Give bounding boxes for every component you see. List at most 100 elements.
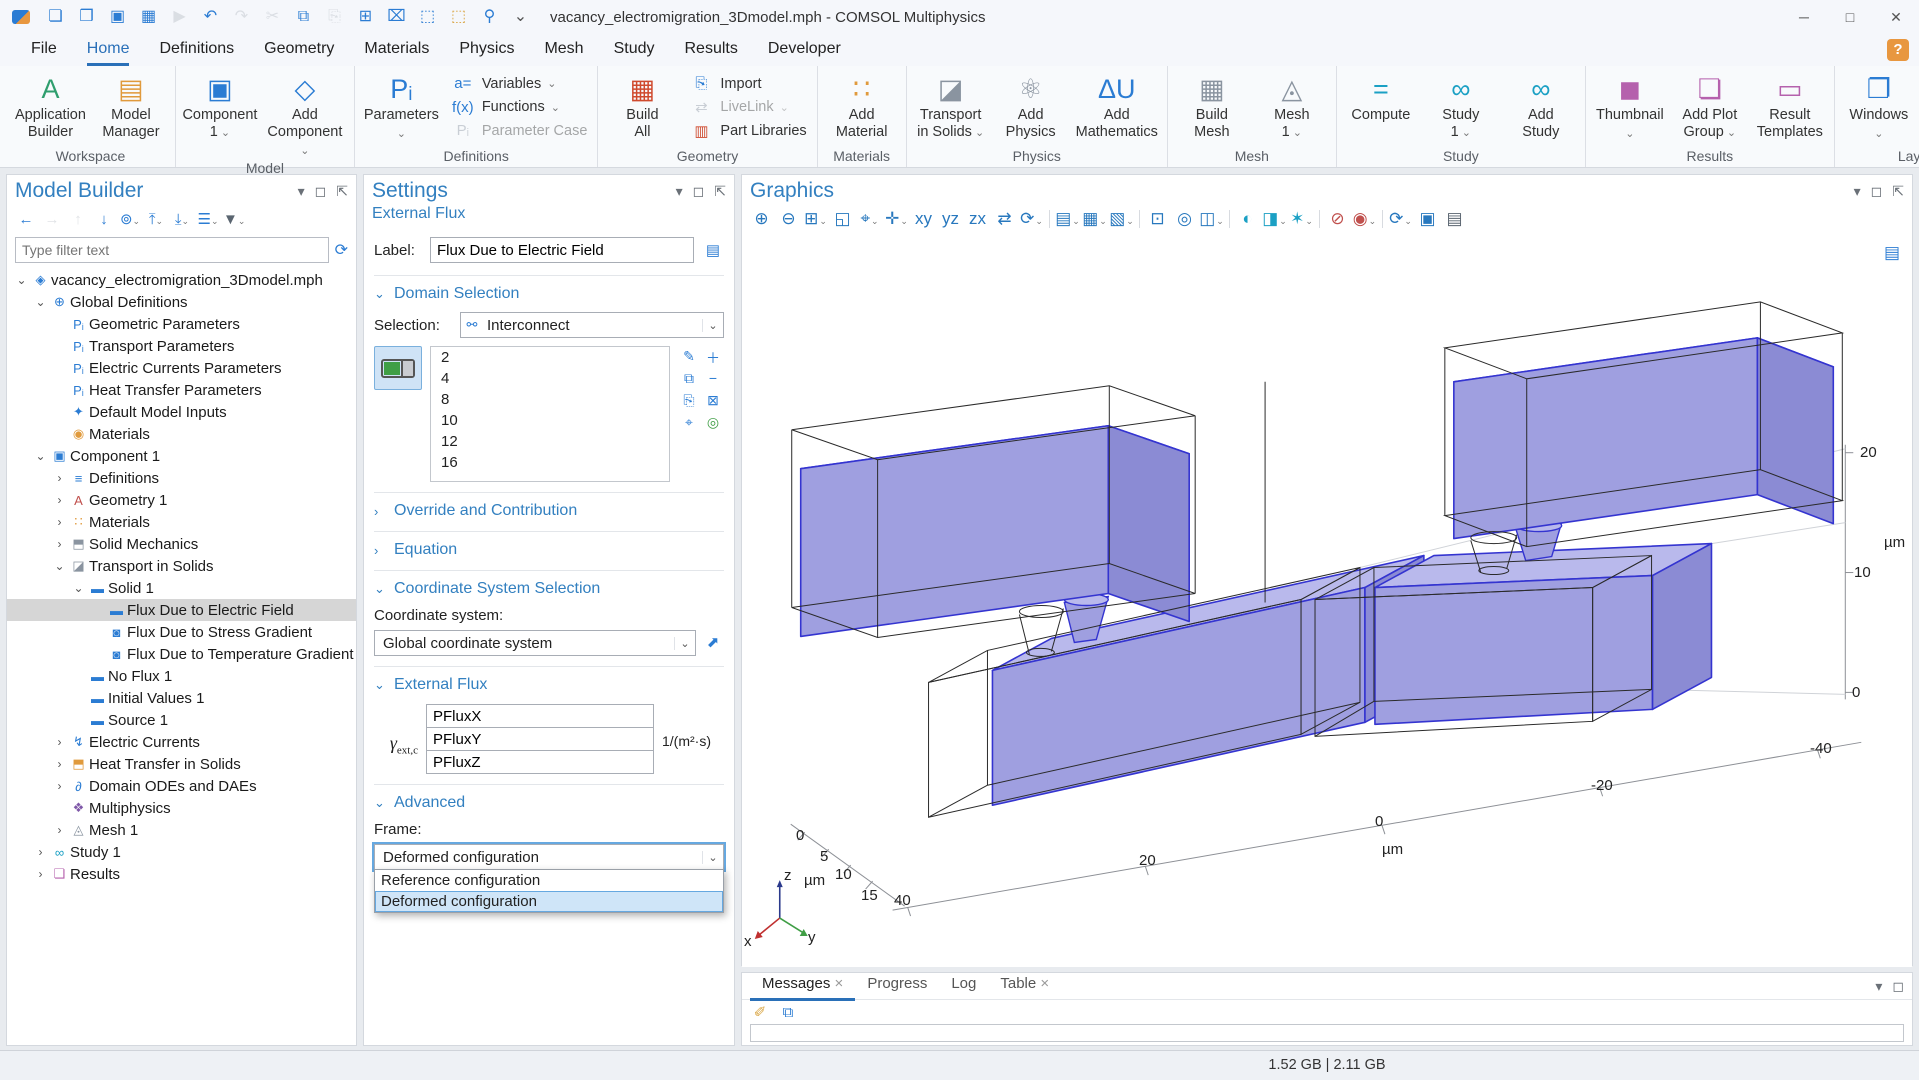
preferences-button[interactable]: ⟳	[1387, 209, 1414, 229]
duplicate-button[interactable]: ⊞	[350, 0, 381, 34]
model-tree-node-text-button[interactable]: ☰	[197, 210, 219, 228]
panel-float-icon[interactable]: ◻	[1871, 183, 1883, 200]
add-mathematics-button[interactable]: ΔU Add Mathematics	[1071, 66, 1163, 148]
livelink-button[interactable]: ⇄ LiveLink	[688, 97, 806, 117]
menu-tab[interactable]: Mesh	[529, 34, 598, 66]
selection-entity[interactable]: 16	[431, 452, 669, 473]
wireframe-button[interactable]: ◨	[1261, 209, 1288, 229]
tree-item-geometry-1[interactable]: › A Geometry 1	[7, 489, 356, 511]
tree-item-geometric-parameters[interactable]: Pᵢ Geometric Parameters	[7, 313, 356, 335]
clear-messages-button[interactable]: ✐	[750, 1003, 770, 1021]
find-button[interactable]: ⚲	[474, 0, 505, 34]
application-builder-button[interactable]: A Application Builder	[10, 66, 91, 148]
build-all-button[interactable]: ▦ Build All	[602, 66, 682, 148]
tree-item-results[interactable]: › ❏ Results	[7, 863, 356, 885]
graphics-canvas[interactable]: z x y 20µm100-40-200510µm1540200µm ▤	[742, 235, 1912, 967]
transparency-button[interactable]: ◐	[1234, 209, 1261, 229]
selection-entity[interactable]: 8	[431, 389, 669, 410]
selection-combobox[interactable]: ⚯ Interconnect ⌄	[460, 312, 724, 338]
chevron-icon[interactable]: ⌄	[32, 295, 49, 309]
create-selection-button[interactable]: ✎	[678, 348, 700, 368]
label-options-icon[interactable]: ▤	[702, 241, 724, 259]
minimize-button[interactable]: ─	[1781, 0, 1827, 34]
parameter-case-button[interactable]: Pᵢ Parameter Case	[450, 121, 588, 141]
build-mesh-button[interactable]: ▦ Build Mesh	[1172, 66, 1252, 148]
paste-button[interactable]: ⎘	[319, 0, 350, 34]
tab-progress[interactable]: Progress	[855, 972, 939, 998]
view-yz-button[interactable]: yz	[937, 209, 964, 229]
paste-selection-button[interactable]: ⎘	[678, 392, 700, 412]
tree-item-study-1[interactable]: › ∞ Study 1	[7, 841, 356, 863]
panel-pin-icon[interactable]: ⇱	[336, 183, 348, 200]
menu-tab[interactable]: Home	[72, 34, 145, 66]
copy-messages-button[interactable]: ⧉	[778, 1004, 798, 1021]
study-1-button[interactable]: ∞ Study 1	[1421, 66, 1501, 148]
toolbar-overflow-button[interactable]: ⌄	[505, 0, 536, 34]
panel-menu-icon[interactable]: ▾	[1854, 183, 1861, 200]
go-back-button[interactable]: ←	[15, 211, 37, 228]
show-selection-button[interactable]: ◎	[702, 414, 724, 434]
import-button[interactable]: ⎘ Import	[688, 74, 806, 94]
tree-item-mesh-1[interactable]: › ◬ Mesh 1	[7, 819, 356, 841]
component-1-button[interactable]: ▣ Component 1	[180, 66, 260, 160]
panel-pin-icon[interactable]: ⇱	[1892, 183, 1904, 200]
panel-menu-icon[interactable]: ▾	[1875, 978, 1882, 995]
tree-item-domain-odes-and-daes[interactable]: › ∂ Domain ODEs and DAEs	[7, 775, 356, 797]
frame-combobox[interactable]: Deformed configuration ⌄	[374, 844, 724, 870]
flux-expression-input[interactable]	[426, 750, 654, 774]
menu-tab[interactable]: Definitions	[144, 34, 249, 66]
menu-tab[interactable]: Materials	[349, 34, 444, 66]
panel-menu-icon[interactable]: ▾	[676, 183, 683, 200]
tree-item-materials[interactable]: › ∷ Materials	[7, 511, 356, 533]
open-button[interactable]: ❒	[71, 0, 102, 34]
clear-selection-button[interactable]: ⬚	[443, 0, 474, 34]
snapshot-button[interactable]: ▣	[1414, 209, 1441, 229]
go-to-default-view-button[interactable]: ⌖	[856, 209, 883, 229]
result-templates-button[interactable]: ▭ Result Templates	[1750, 66, 1830, 148]
chevron-icon[interactable]: ›	[51, 735, 68, 749]
scene-appearance-button[interactable]: ▤	[1054, 209, 1081, 229]
chevron-icon[interactable]: ›	[51, 493, 68, 507]
filter-button[interactable]: ▼	[223, 211, 245, 228]
advanced-header[interactable]: Advanced	[374, 789, 724, 817]
zoom-to-selection-button[interactable]: ⌖	[678, 414, 700, 434]
save-as-button[interactable]: ▦	[133, 0, 164, 34]
tree-item-heat-transfer-parameters[interactable]: Pᵢ Heat Transfer Parameters	[7, 379, 356, 401]
collapse-button[interactable]: ⤓	[171, 211, 193, 228]
menu-tab[interactable]: Physics	[444, 34, 529, 66]
delete-button[interactable]: ⌧	[381, 0, 412, 34]
override-header[interactable]: Override and Contribution	[374, 497, 724, 525]
selection-entity[interactable]: 12	[431, 431, 669, 452]
chevron-icon[interactable]: ›	[51, 515, 68, 529]
tree-item-heat-transfer-in-solids[interactable]: › ⬒ Heat Transfer in Solids	[7, 753, 356, 775]
tree-item-default-model-inputs[interactable]: ✦ Default Model Inputs	[7, 401, 356, 423]
move-down-button[interactable]: ↓	[93, 211, 115, 228]
chevron-icon[interactable]: ⌄	[70, 581, 87, 595]
chevron-down-icon[interactable]: ⌄	[702, 319, 723, 332]
variables-button[interactable]: a= Variables	[450, 74, 588, 94]
tree-item-flux-stress-gradient[interactable]: ◙ Flux Due to Stress Gradient	[7, 621, 356, 643]
domain-selection-header[interactable]: Domain Selection	[374, 280, 724, 308]
chevron-icon[interactable]: ›	[51, 779, 68, 793]
help-button[interactable]: ?	[1887, 39, 1909, 61]
new-file-button[interactable]: ❏	[40, 0, 71, 34]
plot-window-icon[interactable]: ▤	[1884, 243, 1900, 263]
tree-item-transport-parameters[interactable]: Pᵢ Transport Parameters	[7, 335, 356, 357]
chevron-down-icon[interactable]: ⌄	[674, 637, 695, 650]
plot-markers-button[interactable]: ◉	[1351, 209, 1378, 229]
selection-entity[interactable]: 2	[431, 347, 669, 368]
windows-button[interactable]: ❐ Windows	[1839, 66, 1919, 148]
tree-item-definitions[interactable]: › ≡ Definitions	[7, 467, 356, 489]
select-box-button[interactable]: ⬚	[412, 0, 443, 34]
tree-item-global-definitions[interactable]: ⌄ ⊕ Global Definitions	[7, 291, 356, 313]
copy-button[interactable]: ⧉	[288, 0, 319, 34]
add-component-button[interactable]: ◇ Add Component	[260, 66, 350, 160]
go-to-view-button[interactable]: ⇄	[991, 209, 1018, 229]
undo-button[interactable]: ↶	[195, 0, 226, 34]
tree-item-flux-electric-field[interactable]: ▬ Flux Due to Electric Field	[7, 599, 356, 621]
frame-option-reference[interactable]: Reference configuration	[375, 870, 723, 891]
menu-tab[interactable]: Study	[599, 34, 670, 66]
tree-item-flux-temperature-gradient[interactable]: ◙ Flux Due to Temperature Gradient	[7, 643, 356, 665]
transport-in-solids-button[interactable]: ◪ Transport in Solids	[911, 66, 991, 148]
go-to-source-icon[interactable]: ⬈	[702, 630, 724, 656]
